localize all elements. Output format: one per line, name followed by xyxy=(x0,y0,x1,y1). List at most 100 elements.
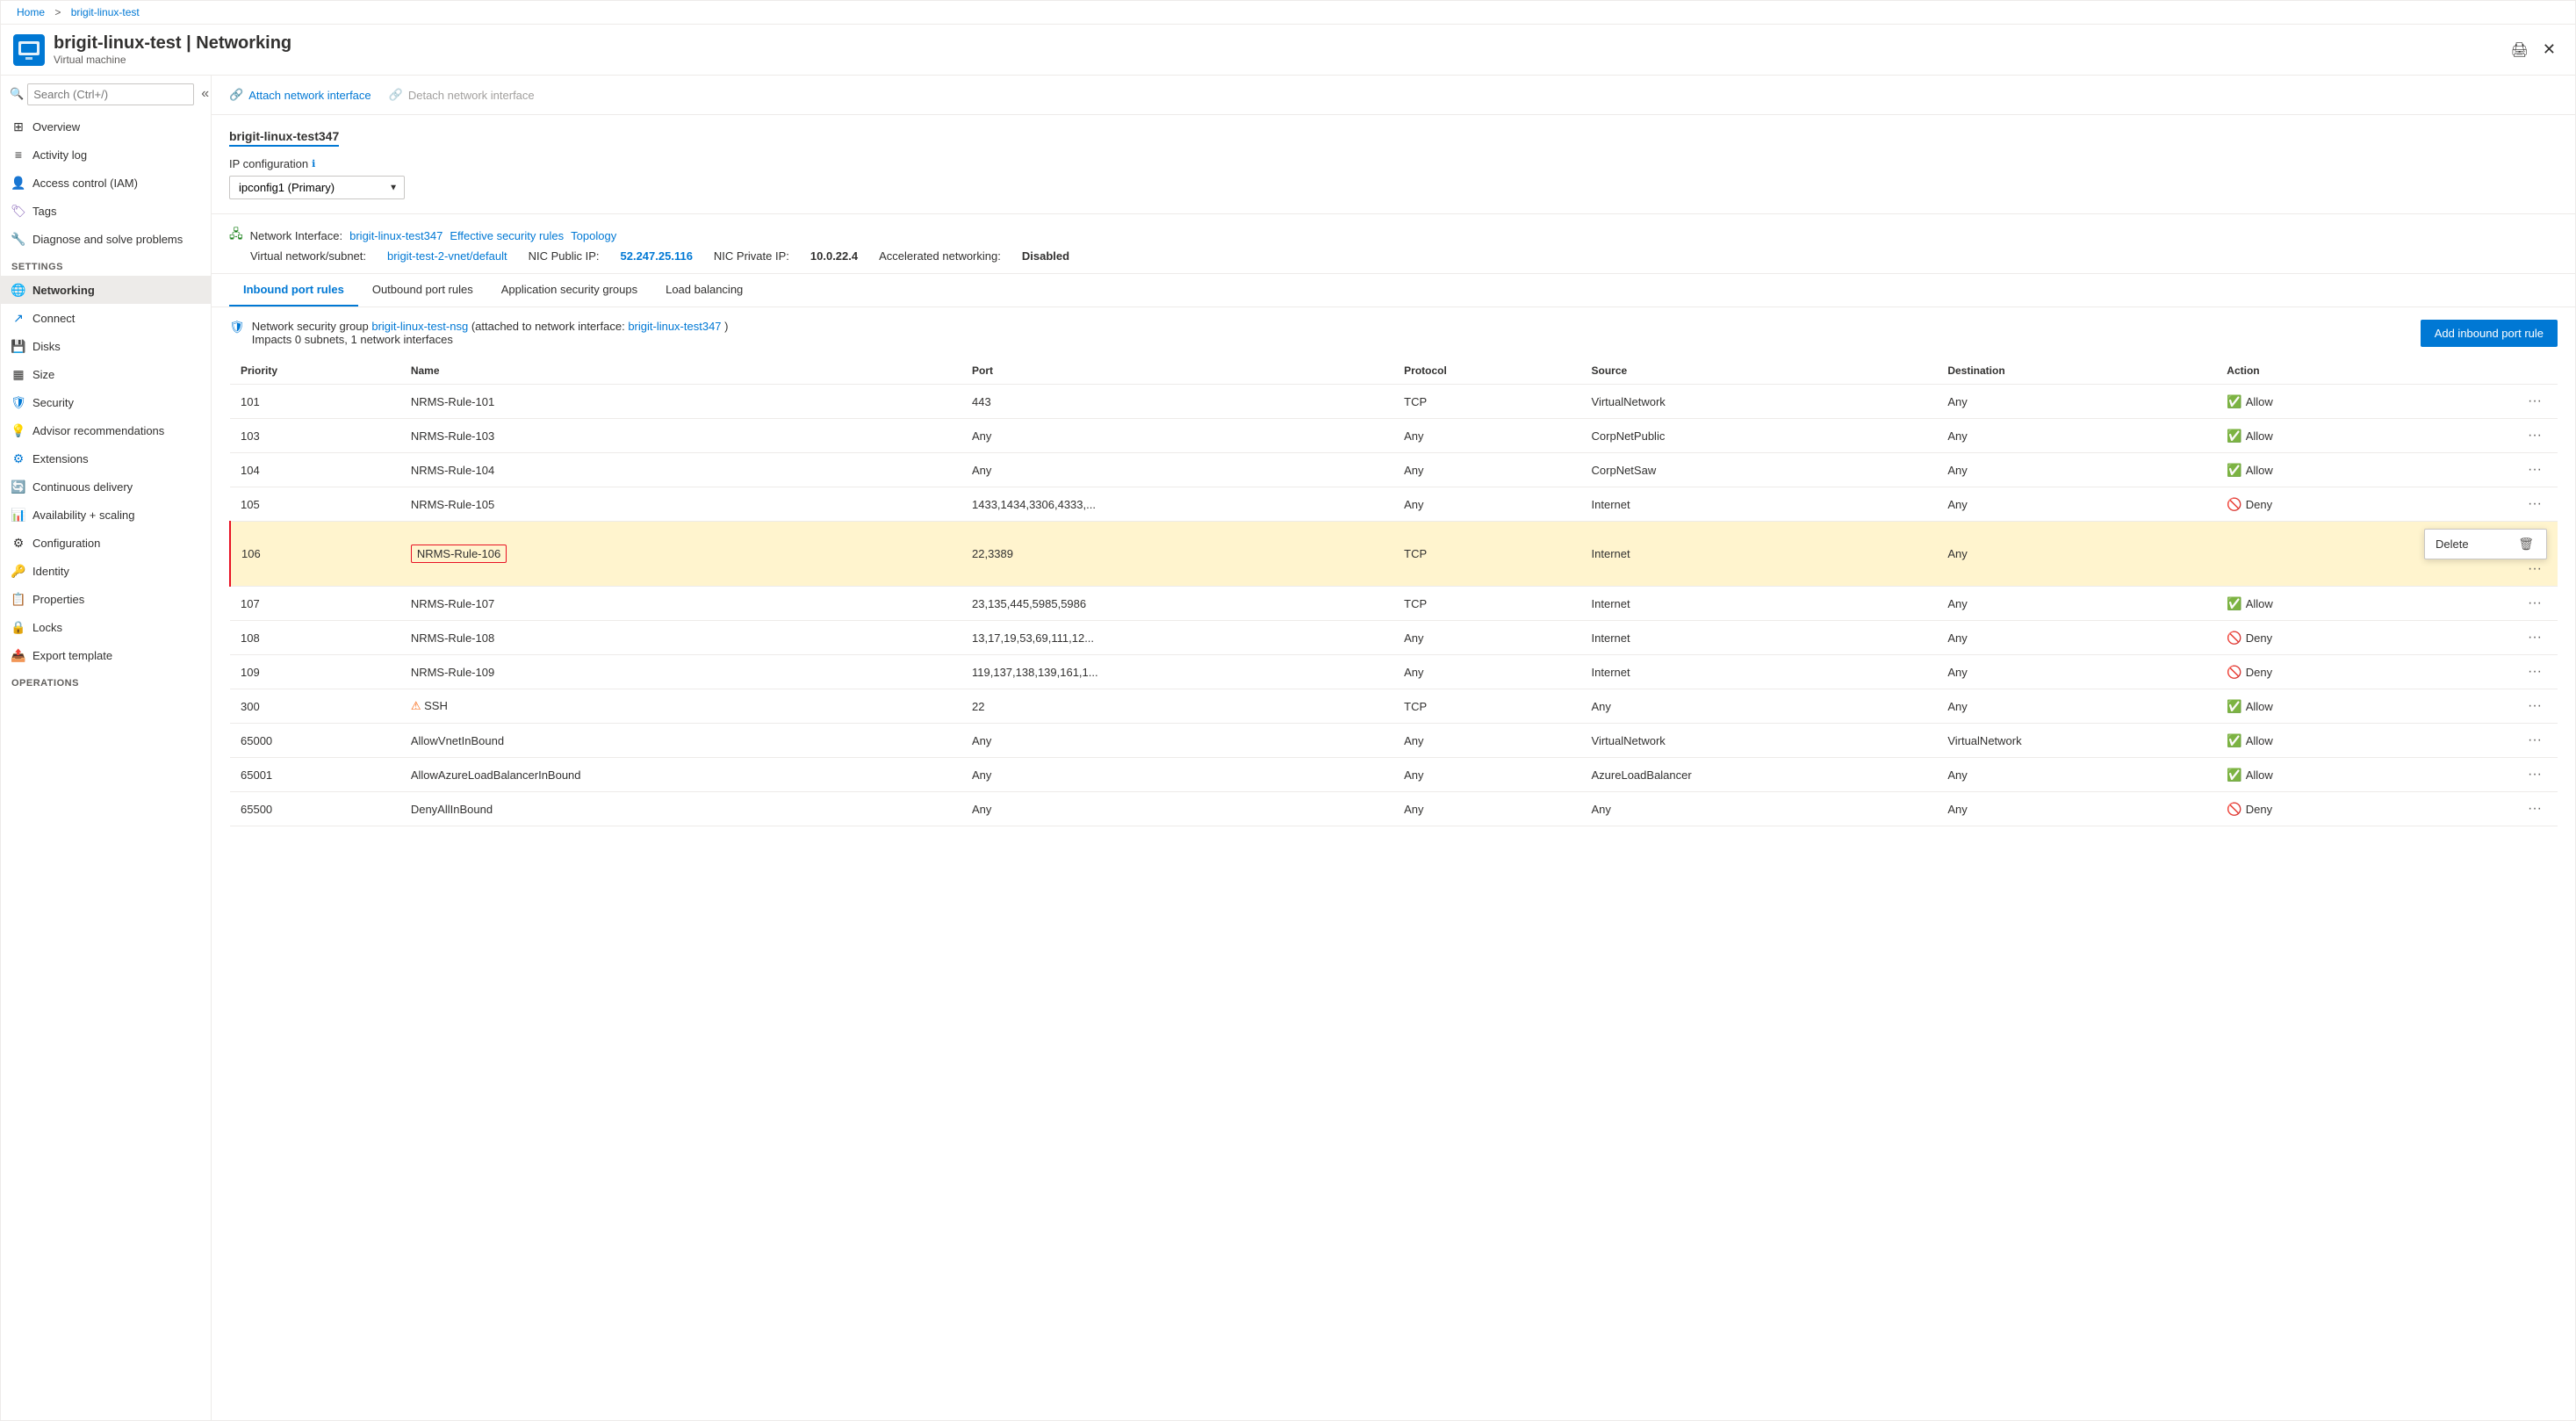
sidebar-label-connect: Connect xyxy=(32,312,75,325)
cell-protocol: Any xyxy=(1393,621,1580,655)
action-allow: ✅ Allow xyxy=(2227,463,2403,478)
sidebar-item-diagnose[interactable]: 🔧 Diagnose and solve problems xyxy=(1,225,211,253)
sidebar-item-availability[interactable]: 📊 Availability + scaling xyxy=(1,501,211,529)
action-deny: 🚫 Deny xyxy=(2227,802,2403,817)
cell-more: ··· xyxy=(2414,724,2558,758)
more-options-button[interactable]: ··· xyxy=(2522,765,2547,784)
attach-nic-button[interactable]: 🔗 Attach network interface xyxy=(229,84,371,105)
cell-source: CorpNetPublic xyxy=(1581,419,1938,453)
info-icon: ℹ xyxy=(312,158,315,170)
nic-name[interactable]: brigit-linux-test347 xyxy=(229,129,339,147)
more-options-button[interactable]: ··· xyxy=(2522,594,2547,613)
cell-priority: 65500 xyxy=(230,792,400,826)
cell-port: Any xyxy=(961,453,1393,487)
cell-action: ✅ Allow xyxy=(2216,453,2414,487)
cell-port: Any xyxy=(961,758,1393,792)
tab-load-balancing[interactable]: Load balancing xyxy=(651,274,757,307)
sidebar-item-connect[interactable]: ↗ Connect xyxy=(1,304,211,332)
more-options-button[interactable]: ··· xyxy=(2522,559,2547,579)
sidebar-label-diagnose: Diagnose and solve problems xyxy=(32,233,183,246)
more-options-button[interactable]: ··· xyxy=(2522,799,2547,819)
cell-source: Internet xyxy=(1581,655,1938,689)
print-button[interactable]: 🖨 xyxy=(2511,38,2529,62)
detach-nic-button[interactable]: 🔗 Detach network interface xyxy=(389,84,535,105)
sidebar-item-tags[interactable]: 🏷 Tags xyxy=(1,197,211,225)
search-input[interactable] xyxy=(27,83,194,105)
tab-inbound[interactable]: Inbound port rules xyxy=(229,274,358,307)
sidebar-item-properties[interactable]: 📋 Properties xyxy=(1,585,211,613)
cell-action: 🚫 Deny xyxy=(2216,487,2414,522)
nsg-link[interactable]: brigit-linux-test-nsg xyxy=(371,320,468,333)
extensions-icon: ⚙ xyxy=(11,451,25,465)
sidebar-item-overview[interactable]: ⊞ Overview xyxy=(1,112,211,141)
inbound-rules-table: Priority Name Port Protocol Source Desti… xyxy=(229,357,2558,826)
cell-priority: 65001 xyxy=(230,758,400,792)
cell-source: Internet xyxy=(1581,487,1938,522)
network-interface-link[interactable]: brigit-linux-test347 xyxy=(349,229,443,242)
breadcrumb-separator: > xyxy=(54,6,61,18)
cell-port: 1433,1434,3306,4333,... xyxy=(961,487,1393,522)
sidebar-item-export-template[interactable]: 📤 Export template xyxy=(1,641,211,669)
sidebar-label-continuous-delivery: Continuous delivery xyxy=(32,480,133,494)
sidebar-item-advisor[interactable]: 💡 Advisor recommendations xyxy=(1,416,211,444)
vnet-link[interactable]: brigit-test-2-vnet/default xyxy=(387,249,507,263)
deny-icon: 🚫 xyxy=(2227,802,2241,817)
tags-icon: 🏷 xyxy=(11,204,25,218)
topology-link[interactable]: Topology xyxy=(571,229,616,242)
sidebar-item-activity-log[interactable]: ≡ Activity log xyxy=(1,141,211,169)
nsg-attached-link[interactable]: brigit-linux-test347 xyxy=(628,320,721,333)
action-allow: ✅ Allow xyxy=(2227,699,2403,714)
breadcrumb-home[interactable]: Home xyxy=(17,6,45,18)
breadcrumb-current[interactable]: brigit-linux-test xyxy=(71,6,140,18)
tab-app-security[interactable]: Application security groups xyxy=(487,274,651,307)
more-options-button[interactable]: ··· xyxy=(2522,731,2547,750)
page-header: brigit-linux-test | Networking Virtual m… xyxy=(1,25,2575,76)
tab-outbound[interactable]: Outbound port rules xyxy=(358,274,487,307)
close-button[interactable]: ✕ xyxy=(2536,37,2563,62)
sidebar-item-identity[interactable]: 🔑 Identity xyxy=(1,557,211,585)
nsg-prefix: Network security group xyxy=(252,320,369,333)
sidebar-item-disks[interactable]: 💾 Disks xyxy=(1,332,211,360)
sidebar-item-security[interactable]: 🛡 Security xyxy=(1,388,211,416)
warning-icon: ⚠ xyxy=(411,699,421,712)
sidebar-item-access-control[interactable]: 👤 Access control (IAM) xyxy=(1,169,211,197)
more-options-button[interactable]: ··· xyxy=(2522,392,2547,411)
ip-config-select[interactable]: ipconfig1 (Primary) xyxy=(229,176,405,199)
more-options-button[interactable]: ··· xyxy=(2522,460,2547,480)
overview-icon: ⊞ xyxy=(11,119,25,133)
add-inbound-rule-button[interactable]: Add inbound port rule xyxy=(2421,320,2558,347)
cell-more: ··· xyxy=(2414,758,2558,792)
sidebar-label-size: Size xyxy=(32,368,54,381)
sidebar-item-locks[interactable]: 🔒 Locks xyxy=(1,613,211,641)
col-destination: Destination xyxy=(1937,357,2216,385)
sidebar-item-networking[interactable]: 🌐 Networking xyxy=(1,276,211,304)
col-action: Action xyxy=(2216,357,2414,385)
sidebar-item-configuration[interactable]: ⚙ Configuration xyxy=(1,529,211,557)
delete-icon-button[interactable]: 🗑 xyxy=(2516,535,2536,553)
more-options-button[interactable]: ··· xyxy=(2522,426,2547,445)
sidebar-item-size[interactable]: ▦ Size xyxy=(1,360,211,388)
collapse-button[interactable]: « xyxy=(198,83,212,105)
sidebar-item-continuous-delivery[interactable]: 🔄 Continuous delivery xyxy=(1,472,211,501)
nsg-attached-close: ) xyxy=(724,320,728,333)
sidebar-label-overview: Overview xyxy=(32,120,80,133)
cell-name: AllowAzureLoadBalancerInBound xyxy=(400,758,961,792)
advisor-icon: 💡 xyxy=(11,423,25,437)
more-options-button[interactable]: ··· xyxy=(2522,628,2547,647)
cell-priority: 104 xyxy=(230,453,400,487)
cell-name: NRMS-Rule-109 xyxy=(400,655,961,689)
effective-security-link[interactable]: Effective security rules xyxy=(450,229,564,242)
sidebar-label-networking: Networking xyxy=(32,284,95,297)
cell-destination: VirtualNetwork xyxy=(1937,724,2216,758)
more-options-button[interactable]: ··· xyxy=(2522,494,2547,514)
cell-protocol: TCP xyxy=(1393,385,1580,419)
more-options-button[interactable]: ··· xyxy=(2522,696,2547,716)
sidebar-label-properties: Properties xyxy=(32,593,84,606)
cell-protocol: Any xyxy=(1393,453,1580,487)
delete-label: Delete xyxy=(2436,537,2469,551)
sidebar-item-extensions[interactable]: ⚙ Extensions xyxy=(1,444,211,472)
sidebar-label-security: Security xyxy=(32,396,74,409)
cell-source: Internet xyxy=(1581,522,1938,587)
breadcrumb: Home > brigit-linux-test xyxy=(1,1,2575,25)
more-options-button[interactable]: ··· xyxy=(2522,662,2547,682)
